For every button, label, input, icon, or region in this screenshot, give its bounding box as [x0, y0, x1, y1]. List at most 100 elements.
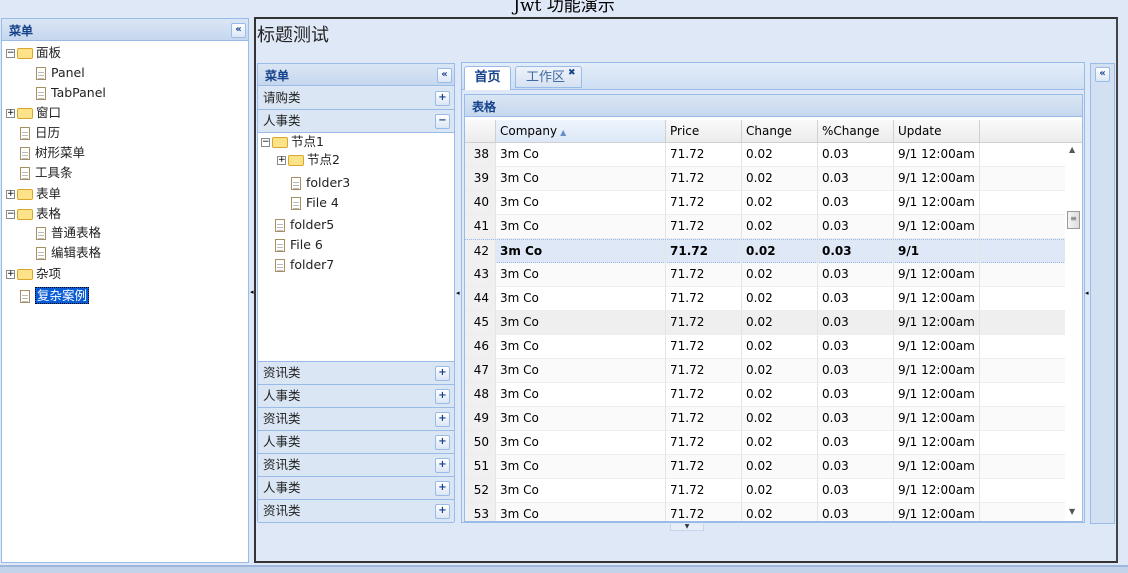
collapse-icon[interactable]: − [261, 138, 270, 147]
bottom-collapse-tab[interactable]: ▼ [670, 524, 704, 531]
scroll-up-icon[interactable]: ▲ [1069, 145, 1075, 154]
accordion-tree-item[interactable]: folder7 [261, 255, 334, 275]
column-header-label: Company [500, 124, 558, 138]
expand-icon[interactable]: + [435, 91, 450, 106]
expand-icon[interactable]: + [435, 389, 450, 404]
left-tree-item[interactable]: 工具条 [6, 163, 73, 183]
table-row[interactable]: 43 3m Co 71.72 0.02 0.03 9/1 12:00am [465, 263, 1082, 287]
accordion-item[interactable]: 人事类 + [258, 431, 454, 454]
accordion-tree-item[interactable]: File 4 [277, 193, 339, 213]
expand-icon[interactable]: + [6, 270, 15, 279]
file-icon [291, 197, 301, 210]
collapse-icon[interactable]: − [435, 114, 450, 129]
accordion-item[interactable]: 资讯类 + [258, 500, 454, 523]
expand-icon[interactable]: + [6, 109, 15, 118]
accordion-item-label: 资讯类 [263, 503, 301, 518]
row-number: 46 [465, 335, 496, 358]
accordion-item-label: 请购类 [263, 90, 301, 105]
grid-scrollbar[interactable]: ▲ ≡ ▼ [1065, 143, 1082, 521]
table-cell: 0.02 [742, 359, 818, 382]
accordion-item-label: 人事类 [263, 480, 301, 495]
expand-icon[interactable]: + [435, 435, 450, 450]
left-tree-item[interactable]: TabPanel [22, 83, 106, 103]
collapse-icon[interactable]: − [6, 49, 15, 58]
left-tree-item[interactable]: 普通表格 [22, 223, 101, 243]
scroll-thumb[interactable]: ≡ [1067, 211, 1080, 229]
expand-icon[interactable]: + [6, 190, 15, 199]
expand-icon[interactable]: + [435, 481, 450, 496]
accordion-tree-item[interactable]: − 节点1 [261, 132, 324, 152]
close-tab-icon[interactable]: ✖ [568, 62, 576, 84]
table-row[interactable]: 52 3m Co 71.72 0.02 0.03 9/1 12:00am [465, 479, 1082, 503]
table-row[interactable]: 45 3m Co 71.72 0.02 0.03 9/1 12:00am [465, 311, 1082, 335]
accordion-item[interactable]: 资讯类 + [258, 408, 454, 431]
column-header[interactable]: %Change [818, 120, 894, 142]
column-header[interactable]: Update [894, 120, 980, 142]
collapse-left-menu-button[interactable]: « [231, 23, 246, 38]
accordion-item[interactable]: 资讯类 + [258, 362, 454, 385]
table-cell: 0.03 [818, 407, 894, 430]
table-cell: 9/1 12:00am [894, 479, 980, 502]
left-tree-item[interactable]: + 窗口 [6, 103, 61, 123]
table-row[interactable]: 40 3m Co 71.72 0.02 0.03 9/1 12:00am [465, 191, 1082, 215]
column-header-label: Update [898, 124, 942, 138]
column-header[interactable]: Company ▲ [496, 120, 666, 142]
tree-item-label: 普通表格 [51, 225, 102, 240]
expand-right-panel-button[interactable]: « [1095, 67, 1110, 82]
left-tree-item[interactable]: 日历 [6, 123, 60, 143]
table-cell: 0.02 [742, 335, 818, 358]
table-row[interactable]: 49 3m Co 71.72 0.02 0.03 9/1 12:00am [465, 407, 1082, 431]
table-cell: 9/1 12:00am [894, 335, 980, 358]
table-row[interactable]: 38 3m Co 71.72 0.02 0.03 9/1 12:00am [465, 143, 1082, 167]
left-tree-item[interactable]: 编辑表格 [22, 243, 101, 263]
tab-home-label: 首页 [474, 70, 501, 85]
table-row[interactable]: 50 3m Co 71.72 0.02 0.03 9/1 12:00am [465, 431, 1082, 455]
scroll-down-icon[interactable]: ▼ [1069, 507, 1075, 516]
accordion-item[interactable]: 人事类 + [258, 477, 454, 500]
table-cell: 71.72 [666, 407, 742, 430]
table-row[interactable]: 46 3m Co 71.72 0.02 0.03 9/1 12:00am [465, 335, 1082, 359]
left-tree-item[interactable]: − 面板 [6, 43, 61, 63]
expand-icon[interactable]: + [435, 504, 450, 519]
tab-workspace[interactable]: 工作区 ✖ [515, 66, 582, 88]
collapse-icon[interactable]: − [6, 210, 15, 219]
left-tree-item[interactable]: − 表格 [6, 204, 61, 224]
left-tree-item[interactable]: Panel [22, 63, 85, 83]
file-icon [291, 177, 301, 190]
table-row[interactable]: 423m Co71.720.020.039/1 12:00am [465, 239, 1082, 281]
left-tree-item[interactable]: + 杂项 [6, 264, 61, 284]
accordion-tree-item[interactable]: folder5 [261, 215, 334, 235]
accordion-tree-item[interactable]: + 节点2 [277, 150, 340, 170]
left-tree-item[interactable]: + 表单 [6, 184, 61, 204]
expand-icon[interactable]: + [435, 366, 450, 381]
folder-open-icon [272, 137, 288, 148]
folder-open-icon [17, 209, 33, 220]
right-collapsed-panel[interactable]: « [1090, 63, 1115, 524]
tab-home[interactable]: 首页 [464, 66, 511, 90]
accordion-item[interactable]: 人事类 + [258, 385, 454, 408]
table-row[interactable]: 51 3m Co 71.72 0.02 0.03 9/1 12:00am [465, 455, 1082, 479]
table-row[interactable]: 44 3m Co 71.72 0.02 0.03 9/1 12:00am [465, 287, 1082, 311]
table-row[interactable]: 39 3m Co 71.72 0.02 0.03 9/1 12:00am [465, 167, 1082, 191]
expand-icon[interactable]: + [435, 458, 450, 473]
table-row[interactable]: 41 3m Co 71.72 0.02 0.03 9/1 12:00am [465, 215, 1082, 239]
accordion-item[interactable]: 请购类 + [258, 87, 454, 110]
left-tree-item[interactable]: 树形菜单 [6, 143, 85, 163]
accordion-tree-item[interactable]: File 6 [261, 235, 323, 255]
left-tree-item[interactable]: 复杂案例 [6, 286, 90, 306]
accordion-item[interactable]: 资讯类 + [258, 454, 454, 477]
table-row[interactable]: 53 3m Co 71.72 0.02 0.03 9/1 12:00am [465, 503, 1082, 521]
expand-icon[interactable]: + [435, 412, 450, 427]
splitter-arrow-icon: ◂ [1085, 289, 1089, 297]
accordion-item[interactable]: 人事类 − [258, 110, 454, 133]
row-number: 47 [465, 359, 496, 382]
accordion-tree-item[interactable]: folder3 [277, 173, 350, 193]
column-header[interactable]: Price [666, 120, 742, 142]
column-header[interactable]: Change [742, 120, 818, 142]
table-row[interactable]: 48 3m Co 71.72 0.02 0.03 9/1 12:00am [465, 383, 1082, 407]
collapse-accordion-button[interactable]: « [437, 68, 452, 83]
expand-icon[interactable]: + [277, 156, 286, 165]
table-cell: 0.02 [742, 455, 818, 478]
table-row[interactable]: 47 3m Co 71.72 0.02 0.03 9/1 12:00am [465, 359, 1082, 383]
tab-workspace-label: 工作区 [526, 70, 566, 85]
